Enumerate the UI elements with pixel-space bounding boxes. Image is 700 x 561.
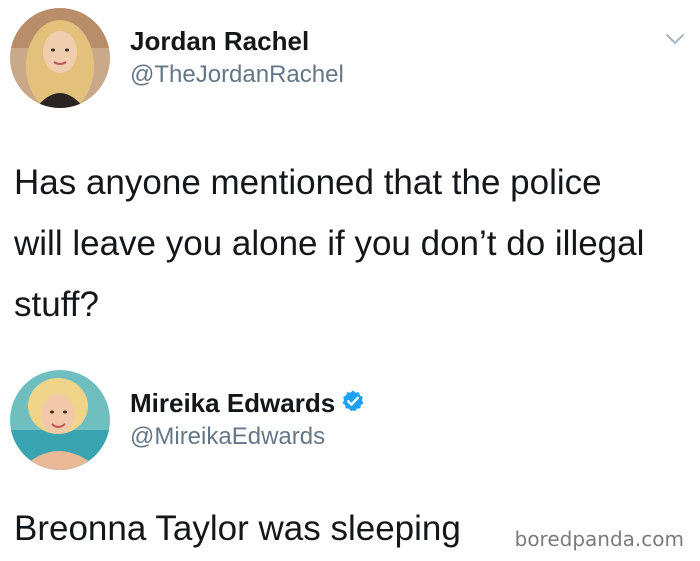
tweet-screenshot: Jordan Rachel @TheJordanRachel Has anyon… <box>0 0 700 561</box>
display-name-row: Jordan Rachel <box>130 25 344 57</box>
watermark: boredpanda.com <box>514 527 684 551</box>
reply-author-handle[interactable]: @MireikaEdwards <box>130 421 365 453</box>
reply-header: Mireika Edwards @MireikaEdwards <box>10 370 365 470</box>
tweet-text: Has anyone mentioned that the police wil… <box>14 163 645 324</box>
author-names: Jordan Rachel @TheJordanRachel <box>130 25 344 91</box>
reply-display-name-row: Mireika Edwards <box>130 387 365 419</box>
author-handle[interactable]: @TheJordanRachel <box>130 59 344 91</box>
author-avatar[interactable] <box>10 8 110 108</box>
reply-author-names: Mireika Edwards @MireikaEdwards <box>130 387 365 453</box>
tweet-header: Jordan Rachel @TheJordanRachel <box>10 8 344 108</box>
verified-badge-icon <box>341 389 365 418</box>
reply-author-avatar[interactable] <box>10 370 110 470</box>
author-display-name[interactable]: Jordan Rachel <box>130 25 309 57</box>
chevron-down-icon[interactable] <box>664 28 686 50</box>
reply-author-display-name[interactable]: Mireika Edwards <box>130 387 335 419</box>
